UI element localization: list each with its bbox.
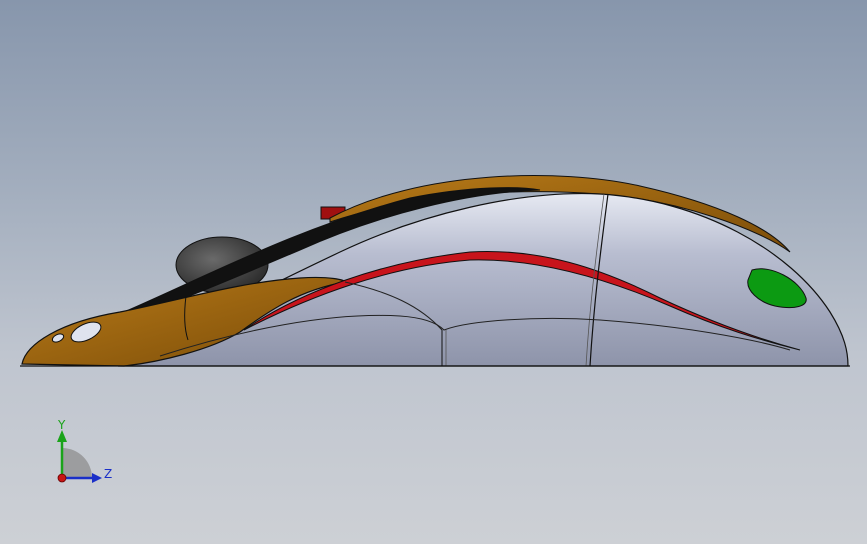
triad-y-label: Y [57, 420, 66, 432]
triad-x-axis-dot [57, 473, 67, 483]
mouse-3d-model[interactable] [0, 0, 867, 544]
triad-z-label: Z [104, 467, 112, 481]
coordinate-triad: Y Z [57, 420, 112, 483]
triad-z-arrow [92, 473, 102, 483]
triad-plane-quadrant [62, 448, 92, 478]
graphics-viewport[interactable]: Y Z [0, 0, 867, 544]
